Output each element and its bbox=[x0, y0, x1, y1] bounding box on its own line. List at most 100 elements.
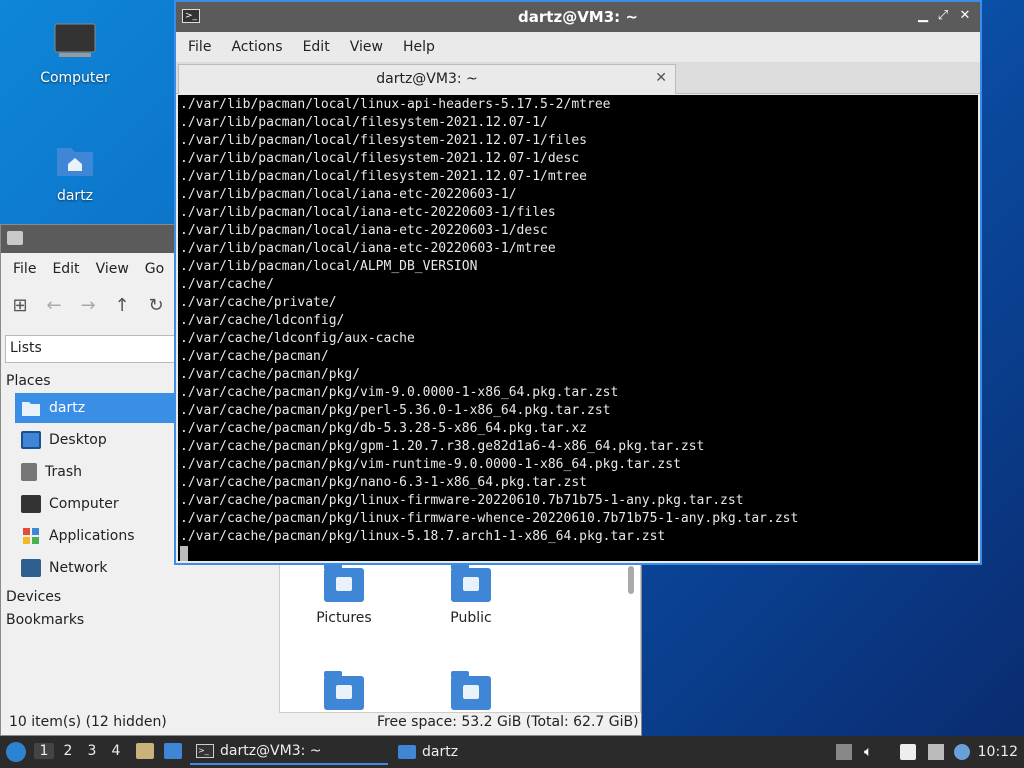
terminal-line: ./var/cache/pacman/pkg/linux-firmware-wh… bbox=[180, 511, 799, 526]
desktop-icon-dartz[interactable]: dartz bbox=[30, 140, 120, 204]
update-notifier-icon[interactable] bbox=[954, 744, 970, 760]
folder-label: Public bbox=[450, 610, 492, 626]
menu-help[interactable]: Help bbox=[393, 39, 445, 55]
computer-icon bbox=[21, 495, 41, 513]
terminal-line: ./var/lib/pacman/local/iana-etc-20220603… bbox=[180, 205, 556, 220]
file-view[interactable]: Pictures Public bbox=[279, 561, 641, 713]
folder-videos[interactable] bbox=[431, 671, 511, 710]
menu-file[interactable]: File bbox=[178, 39, 221, 55]
terminal-line: ./var/cache/pacman/ bbox=[180, 349, 329, 364]
status-free-space: Free space: 53.2 GiB (Total: 62.7 GiB) bbox=[377, 714, 639, 730]
sidebar-item-label: dartz bbox=[49, 400, 86, 416]
start-menu-icon[interactable] bbox=[6, 742, 26, 762]
show-desktop-icon[interactable] bbox=[164, 743, 182, 759]
reload-icon[interactable]: ↻ bbox=[145, 294, 167, 316]
folder-public[interactable]: Public bbox=[431, 563, 511, 626]
workspace-1[interactable]: 1 bbox=[34, 743, 54, 759]
folder-icon bbox=[398, 745, 416, 759]
scrollbar[interactable] bbox=[628, 566, 634, 594]
sidebar-item-trash[interactable]: Trash bbox=[15, 457, 175, 487]
close-tab-icon[interactable]: ✕ bbox=[655, 70, 667, 86]
tab-label: dartz@VM3: ~ bbox=[376, 71, 478, 87]
menu-edit[interactable]: Edit bbox=[44, 261, 87, 277]
menu-file[interactable]: File bbox=[5, 261, 44, 277]
terminal-line: ./var/lib/pacman/local/ALPM_DB_VERSION bbox=[180, 259, 478, 274]
menu-edit[interactable]: Edit bbox=[293, 39, 340, 55]
taskbar: 1 2 3 4 >_ dartz@VM3: ~ dartz 🔈︎ 10:12 bbox=[0, 736, 1024, 768]
forward-arrow-icon[interactable]: → bbox=[77, 294, 99, 316]
close-icon[interactable]: ✕ bbox=[958, 9, 972, 23]
terminal-line: ./var/cache/pacman/pkg/linux-firmware-20… bbox=[180, 493, 744, 508]
terminal-titlebar[interactable]: >_ dartz@VM3: ~ ▁ ⤢ ✕ bbox=[176, 2, 980, 32]
folder-documents[interactable] bbox=[304, 671, 384, 710]
clipboard-icon[interactable] bbox=[900, 744, 916, 760]
computer-monitor-icon bbox=[54, 23, 96, 57]
workspace-3[interactable]: 3 bbox=[82, 743, 102, 759]
places-heading[interactable]: Places bbox=[6, 373, 51, 389]
devices-heading[interactable]: Devices bbox=[6, 589, 61, 605]
pictures-folder-icon bbox=[324, 563, 364, 602]
terminal-line: ./var/cache/pacman/pkg/db-5.3.28-5-x86_6… bbox=[180, 421, 587, 436]
terminal-menubar: File Actions Edit View Help bbox=[176, 32, 980, 62]
desktop-icon-label: dartz bbox=[56, 188, 94, 204]
new-tab-icon[interactable]: ⊞ bbox=[9, 294, 31, 316]
terminal-line: ./var/cache/pacman/pkg/gpm-1.20.7.r38.ge… bbox=[180, 439, 705, 454]
terminal-prompt-line bbox=[180, 546, 978, 561]
maximize-icon[interactable]: ⤢ bbox=[936, 9, 950, 23]
sidebar-item-label: Trash bbox=[45, 464, 82, 480]
task-terminal[interactable]: >_ dartz@VM3: ~ bbox=[190, 739, 388, 765]
terminal-line: ./var/lib/pacman/local/iana-etc-20220603… bbox=[180, 241, 556, 256]
file-manager-launcher-icon[interactable] bbox=[136, 743, 154, 759]
sidebar-item-applications[interactable]: Applications bbox=[15, 521, 175, 551]
terminal-line: ./var/lib/pacman/local/filesystem-2021.1… bbox=[180, 133, 587, 148]
sidebar-item-network[interactable]: Network bbox=[15, 553, 175, 583]
trash-icon bbox=[21, 463, 37, 481]
terminal-window: >_ dartz@VM3: ~ ▁ ⤢ ✕ File Actions Edit … bbox=[174, 0, 982, 565]
desktop-icon-label: Computer bbox=[40, 70, 110, 86]
terminal-line: ./var/cache/ bbox=[180, 277, 274, 292]
minimize-icon[interactable]: ▁ bbox=[916, 9, 930, 23]
status-item-count: 10 item(s) (12 hidden) bbox=[9, 714, 167, 730]
sidebar-item-dartz[interactable]: dartz bbox=[15, 393, 175, 423]
terminal-line: ./var/cache/pacman/pkg/perl-5.36.0-1-x86… bbox=[180, 403, 611, 418]
menu-view[interactable]: View bbox=[340, 39, 393, 55]
documents-folder-icon bbox=[324, 671, 364, 710]
tray-expand-icon[interactable] bbox=[836, 744, 852, 760]
clock[interactable]: 10:12 bbox=[978, 744, 1018, 760]
menu-go[interactable]: Go bbox=[137, 261, 172, 277]
volume-icon[interactable]: 🔈︎ bbox=[864, 744, 880, 760]
home-folder-icon bbox=[22, 402, 40, 416]
menu-view[interactable]: View bbox=[88, 261, 137, 277]
terminal-line: ./var/cache/pacman/pkg/vim-9.0.0000-1-x8… bbox=[180, 385, 619, 400]
terminal-line: ./var/lib/pacman/local/iana-etc-20220603… bbox=[180, 223, 548, 238]
workspace-4[interactable]: 4 bbox=[106, 743, 126, 759]
status-bar: 10 item(s) (12 hidden) Free space: 53.2 … bbox=[1, 709, 641, 735]
network-tray-icon[interactable] bbox=[928, 744, 944, 760]
workspace-2[interactable]: 2 bbox=[58, 743, 78, 759]
side-pane-mode-select[interactable]: Lists bbox=[5, 335, 175, 363]
terminal-output[interactable]: ./var/lib/pacman/local/linux-api-headers… bbox=[178, 95, 978, 561]
menu-actions[interactable]: Actions bbox=[221, 39, 292, 55]
terminal-line: ./var/cache/private/ bbox=[180, 295, 337, 310]
terminal-line: ./var/lib/pacman/local/filesystem-2021.1… bbox=[180, 169, 587, 184]
network-icon bbox=[21, 559, 41, 577]
task-label: dartz@VM3: ~ bbox=[220, 743, 322, 759]
desktop-icon-computer[interactable]: Computer bbox=[30, 22, 120, 86]
applications-icon bbox=[23, 528, 39, 544]
home-folder-icon bbox=[57, 148, 93, 176]
terminal-line: ./var/cache/pacman/pkg/linux-5.18.7.arch… bbox=[180, 529, 666, 544]
desktop-icon bbox=[21, 431, 41, 449]
sidebar-item-desktop[interactable]: Desktop bbox=[15, 425, 175, 455]
terminal-tabbar: dartz@VM3: ~ ✕ bbox=[176, 62, 980, 94]
terminal-line: ./var/cache/pacman/pkg/nano-6.3-1-x86_64… bbox=[180, 475, 587, 490]
up-arrow-icon[interactable]: ↑ bbox=[111, 294, 133, 316]
bookmarks-heading[interactable]: Bookmarks bbox=[6, 612, 84, 628]
terminal-line: ./var/lib/pacman/local/filesystem-2021.1… bbox=[180, 151, 580, 166]
folder-pictures[interactable]: Pictures bbox=[304, 563, 384, 626]
back-arrow-icon[interactable]: ← bbox=[43, 294, 65, 316]
tab-terminal[interactable]: dartz@VM3: ~ ✕ bbox=[178, 64, 676, 94]
task-file-manager[interactable]: dartz bbox=[392, 739, 590, 765]
sidebar-item-computer[interactable]: Computer bbox=[15, 489, 175, 519]
sidebar-item-label: Network bbox=[49, 560, 108, 576]
folder-label: Pictures bbox=[316, 610, 372, 626]
